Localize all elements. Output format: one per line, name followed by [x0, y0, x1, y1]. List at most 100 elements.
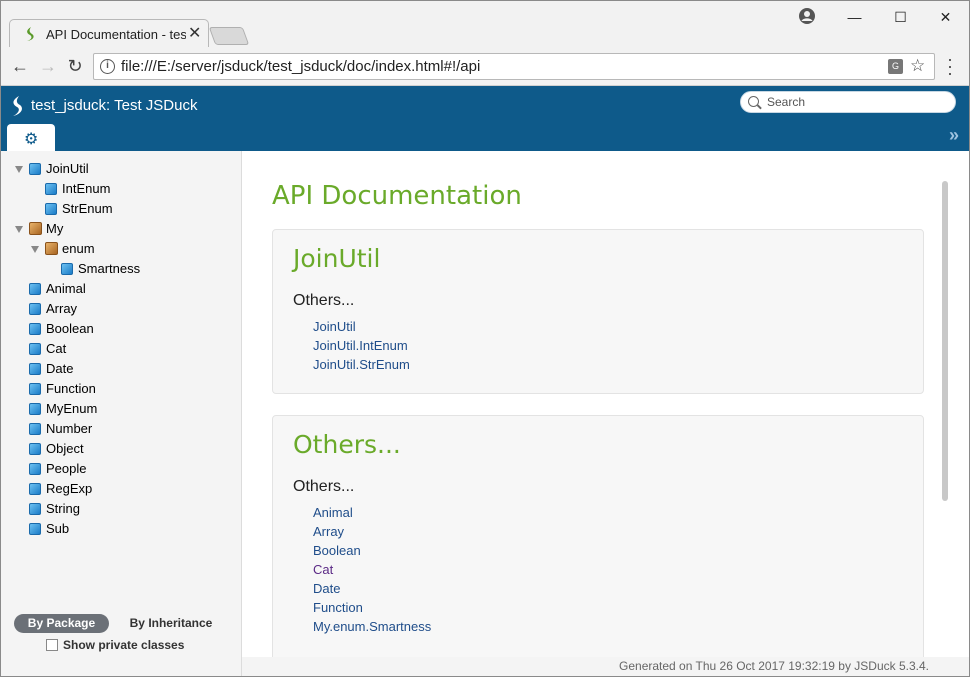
tree-item-label: People [46, 461, 87, 476]
info-icon[interactable]: i [100, 59, 115, 74]
card-title: Others... [293, 430, 401, 459]
tree-item-strenum[interactable]: StrEnum [1, 200, 231, 220]
card-subtitle: Others... [293, 478, 355, 495]
package-icon [45, 242, 58, 255]
back-icon[interactable]: ← [9, 55, 31, 77]
tree-item-label: JoinUtil [46, 161, 89, 176]
minimize-button[interactable]: — [832, 5, 877, 29]
translate-icon[interactable]: G [888, 59, 903, 74]
tree-item-enum[interactable]: enum [1, 240, 231, 260]
profile-icon[interactable] [798, 7, 816, 25]
content-scrollbar[interactable] [942, 181, 948, 501]
api-card: JoinUtil Others... JoinUtil JoinUtil.IntEnu… [272, 229, 924, 394]
tree-item-label: String [46, 501, 80, 516]
address-bar[interactable]: i file:///E:/server/jsduck/test_jsduck/d… [93, 53, 935, 80]
tree-item-animal[interactable]: Animal [1, 280, 231, 300]
tree-item-smartness[interactable]: Smartness [1, 260, 231, 280]
tree-item-joinutil[interactable]: JoinUtil [1, 160, 231, 180]
tab-title: API Documentation - test_jsduck [46, 27, 186, 42]
class-link[interactable]: Function [313, 600, 363, 615]
star-icon[interactable]: ☆ [910, 56, 925, 76]
class-link[interactable]: JoinUtil.StrEnum [313, 357, 410, 372]
class-icon [29, 423, 41, 435]
browser-window: API Documentation - test_jsduck ✕ — ☐ ✕ … [0, 0, 970, 677]
show-private-checkbox[interactable] [46, 639, 58, 651]
package-icon [29, 222, 42, 235]
by-inheritance-button[interactable]: By Inheritance [121, 614, 221, 633]
tree-item-label: Function [46, 381, 96, 396]
jsduck-page: test_jsduck: Test JSDuck ⚙ » JoinUtil Int… [1, 86, 969, 676]
class-icon [29, 163, 41, 175]
class-icon [61, 263, 73, 275]
jsduck-logo-icon [13, 96, 22, 116]
expand-icon[interactable]: » [949, 125, 959, 146]
browser-tab[interactable]: API Documentation - test_jsduck ✕ [9, 19, 209, 48]
class-icon [29, 463, 41, 475]
class-link[interactable]: Boolean [313, 543, 361, 558]
tree-item-label: RegExp [46, 481, 93, 496]
class-link[interactable]: Animal [313, 505, 353, 520]
class-icon [29, 303, 41, 315]
class-icon [29, 283, 41, 295]
forward-icon[interactable]: → [37, 55, 59, 77]
tree-item-my[interactable]: My [1, 220, 231, 240]
show-private-label: Show private classes [63, 638, 185, 652]
class-icon [29, 383, 41, 395]
tree-item-label: Number [46, 421, 93, 436]
search-box[interactable] [740, 91, 956, 113]
tree-item-label: Array [46, 301, 78, 316]
menu-icon[interactable]: · · · [945, 50, 955, 82]
search-input[interactable] [767, 94, 947, 110]
footer: Generated on Thu 26 Oct 2017 19:32:19 by… [242, 657, 969, 676]
class-icon [29, 403, 41, 415]
doc-header: test_jsduck: Test JSDuck ⚙ » [1, 86, 969, 151]
class-icon [45, 203, 57, 215]
tree-item-sub[interactable]: Sub [1, 520, 231, 540]
tree-item-regexp[interactable]: RegExp [1, 480, 231, 500]
reload-icon[interactable]: ↻ [64, 55, 86, 77]
tree-item-string[interactable]: String [1, 500, 231, 520]
tree-item-label: Boolean [46, 321, 94, 336]
url-text[interactable]: file:///E:/server/jsduck/test_jsduck/doc… [121, 58, 480, 75]
tree-item-myenum[interactable]: MyEnum [1, 400, 231, 420]
tree-item-people[interactable]: People [1, 460, 231, 480]
maximize-button[interactable]: ☐ [878, 5, 923, 29]
tab-api[interactable]: ⚙ [7, 124, 55, 151]
browser-toolbar: ← → ↻ i file:///E:/server/jsduck/test_js… [1, 47, 969, 86]
class-link[interactable]: Cat [313, 562, 333, 577]
tab-close-icon[interactable]: ✕ [188, 23, 201, 43]
class-icon [29, 343, 41, 355]
class-link[interactable]: My.enum.Smartness [313, 619, 431, 634]
tree-item-array[interactable]: Array [1, 300, 231, 320]
by-package-button[interactable]: By Package [14, 614, 109, 633]
class-icon [29, 483, 41, 495]
class-icon [29, 443, 41, 455]
new-tab-button[interactable] [208, 27, 250, 45]
class-tree-sidebar: JoinUtil IntEnum StrEnum My enum Smartness Ani… [1, 151, 242, 676]
tree-item-label: Object [46, 441, 84, 456]
tree-item-label: Animal [46, 281, 86, 296]
class-link[interactable]: Date [313, 581, 340, 596]
class-link[interactable]: Array [313, 524, 344, 539]
api-card: Others... Others... Animal Array Boolean Cat D… [272, 415, 924, 675]
tree-item-label: StrEnum [62, 201, 113, 216]
close-window-button[interactable]: ✕ [923, 5, 968, 29]
card-title: JoinUtil [293, 244, 381, 273]
class-icon [29, 363, 41, 375]
class-link[interactable]: JoinUtil.IntEnum [313, 338, 408, 353]
class-link[interactable]: JoinUtil [313, 319, 356, 334]
tree-item-date[interactable]: Date [1, 360, 231, 380]
tree-item-number[interactable]: Number [1, 420, 231, 440]
tree-item-intenum[interactable]: IntEnum [1, 180, 231, 200]
expand-toggle-icon[interactable] [15, 226, 23, 233]
tree-item-boolean[interactable]: Boolean [1, 320, 231, 340]
expand-toggle-icon[interactable] [31, 246, 39, 253]
expand-toggle-icon[interactable] [15, 166, 23, 173]
search-icon [748, 96, 759, 107]
tree-item-label: enum [62, 241, 95, 256]
tree-item-object[interactable]: Object [1, 440, 231, 460]
card-subtitle: Others... [293, 292, 355, 309]
header-title: test_jsduck: Test JSDuck [31, 97, 198, 114]
tree-item-function[interactable]: Function [1, 380, 231, 400]
tree-item-cat[interactable]: Cat [1, 340, 231, 360]
